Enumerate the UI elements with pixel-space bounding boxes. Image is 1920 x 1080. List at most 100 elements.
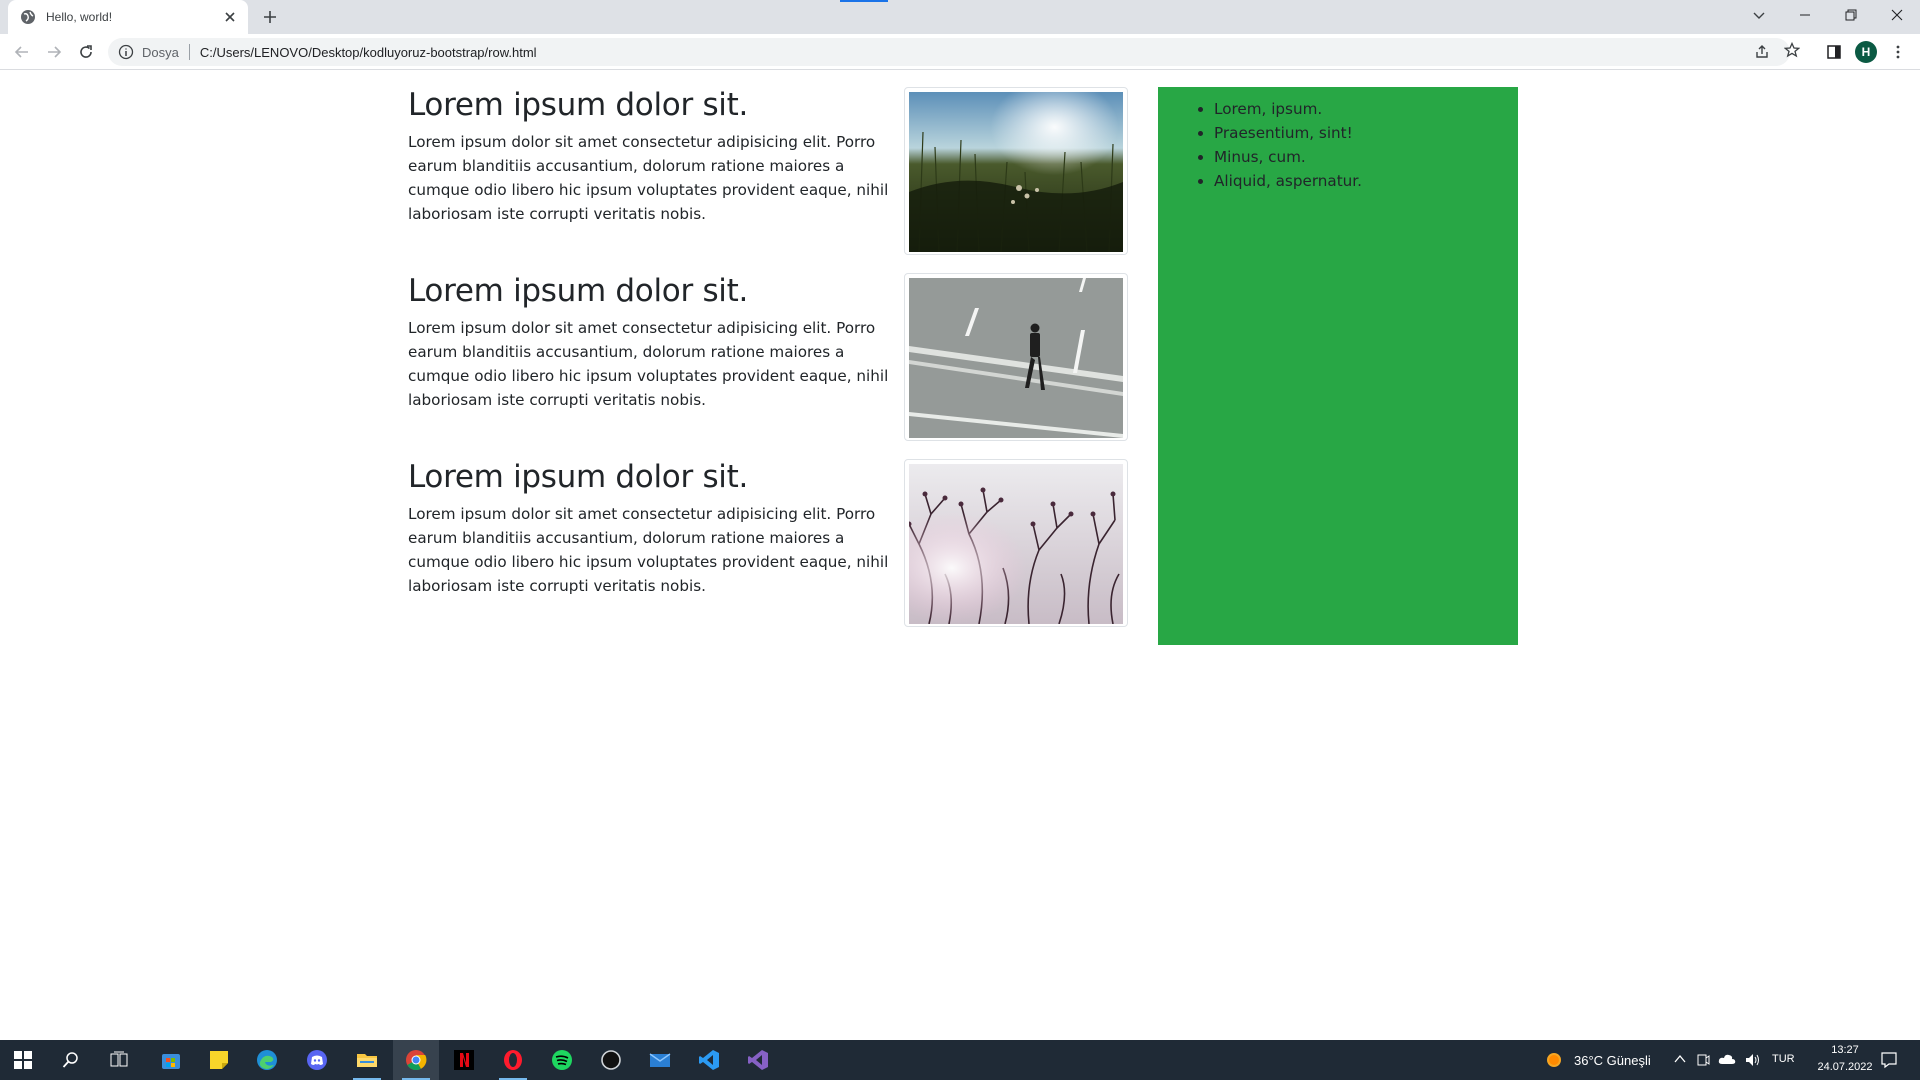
media-text: Lorem ipsum dolor sit amet consectetur a… (408, 505, 889, 596)
minimize-button[interactable] (1782, 0, 1828, 30)
sun-weather-icon[interactable] (1546, 1052, 1562, 1068)
page-viewport: Lorem ipsum dolor sit. Lorem ipsum dolor… (0, 71, 1920, 1040)
edge-icon (257, 1050, 277, 1070)
grass-field-image (909, 92, 1123, 252)
tree-branches-photo (904, 459, 1128, 627)
chevron-up-icon[interactable] (1674, 1053, 1686, 1065)
task-view-icon (110, 1051, 128, 1067)
info-icon[interactable] (118, 44, 134, 60)
sidebar-list: Lorem, ipsum. Praesentium, sint! Minus, … (1158, 97, 1518, 193)
language-indicator[interactable]: TUR (1772, 1053, 1795, 1065)
new-tab-icon[interactable] (258, 6, 282, 28)
list-item: Aliquid, aspernatur. (1214, 169, 1518, 193)
arrow-left-icon (14, 46, 28, 58)
tab-title: Hello, world! (46, 10, 113, 24)
windows-taskbar: 36°C Güneşli TUR 13:27 24.07.2022 (0, 1040, 1920, 1080)
address-separator (188, 44, 190, 60)
media-body: Lorem ipsum dolor sit. Lorem ipsum dolor… (408, 459, 904, 627)
tab-search-button[interactable] (1736, 0, 1782, 30)
main-column: Lorem ipsum dolor sit. Lorem ipsum dolor… (393, 87, 1143, 645)
list-item: Minus, cum. (1214, 145, 1518, 169)
avatar: H (1855, 41, 1877, 63)
discord-icon (307, 1050, 327, 1070)
share-icon (1756, 45, 1768, 58)
microsoft-store-button[interactable] (148, 1040, 194, 1080)
chevron-down-icon (1753, 12, 1765, 19)
media-item: Lorem ipsum dolor sit. Lorem ipsum dolor… (408, 87, 1128, 255)
discord-button[interactable] (294, 1040, 340, 1080)
spotify-icon (552, 1050, 572, 1070)
store-icon (162, 1054, 180, 1069)
opera-button[interactable] (490, 1040, 536, 1080)
netflix-icon (454, 1050, 474, 1070)
close-icon (1891, 9, 1903, 21)
address-bar[interactable]: Dosya C:/Users/LENOVO/Desktop/kodluyoruz… (108, 38, 1790, 66)
sidebar-column: Lorem, ipsum. Praesentium, sint! Minus, … (1143, 87, 1533, 645)
tab-strip-indicator (840, 0, 888, 2)
media-item: Lorem ipsum dolor sit. Lorem ipsum dolor… (408, 459, 1128, 627)
vscode-icon (699, 1050, 719, 1070)
forward-button[interactable] (42, 40, 66, 64)
clock-time[interactable]: 13:27 (1820, 1044, 1870, 1056)
browser-tab-strip: Hello, world! (0, 0, 1920, 34)
back-button[interactable] (10, 40, 34, 64)
windows-start-button[interactable] (0, 1040, 46, 1080)
road-walker-image (909, 278, 1123, 438)
share-button[interactable] (1752, 42, 1772, 62)
onedrive-cloud-icon[interactable] (1718, 1053, 1736, 1065)
man-walking-road-photo (904, 273, 1128, 441)
menu-button[interactable] (1886, 40, 1910, 64)
media-heading: Lorem ipsum dolor sit. (408, 273, 749, 309)
mail-button[interactable] (637, 1040, 683, 1080)
visual-studio-button[interactable] (735, 1040, 781, 1080)
netflix-button[interactable] (441, 1040, 487, 1080)
minimize-icon (1800, 14, 1810, 16)
more-vert-icon (1896, 45, 1900, 59)
side-panel-icon (1827, 45, 1841, 59)
browser-toolbar: Dosya C:/Users/LENOVO/Desktop/kodluyoruz… (0, 34, 1920, 70)
meet-now-icon[interactable] (1696, 1052, 1710, 1068)
bookmark-button[interactable] (1783, 41, 1801, 63)
media-text: Lorem ipsum dolor sit amet consectetur a… (408, 133, 889, 224)
arrow-right-icon (48, 46, 62, 58)
task-view-button[interactable] (96, 1040, 142, 1080)
close-window-button[interactable] (1874, 0, 1920, 30)
weather-text[interactable]: 36°C Güneşli (1574, 1053, 1651, 1068)
chrome-button[interactable] (393, 1040, 439, 1080)
restore-button[interactable] (1828, 0, 1874, 30)
sticky-notes-button[interactable] (196, 1040, 242, 1080)
search-button[interactable] (48, 1040, 94, 1080)
media-body: Lorem ipsum dolor sit. Lorem ipsum dolor… (408, 273, 904, 441)
browser-tab[interactable]: Hello, world! (8, 0, 248, 34)
star-icon (1783, 41, 1801, 58)
url-text[interactable]: C:/Users/LENOVO/Desktop/kodluyoruz-boots… (200, 45, 537, 60)
media-item: Lorem ipsum dolor sit. Lorem ipsum dolor… (408, 273, 1128, 441)
file-explorer-button[interactable] (344, 1040, 390, 1080)
media-heading: Lorem ipsum dolor sit. (408, 459, 749, 495)
media-body: Lorem ipsum dolor sit. Lorem ipsum dolor… (408, 87, 904, 255)
vscode-button[interactable] (686, 1040, 732, 1080)
notification-icon[interactable] (1880, 1051, 1898, 1069)
circle-app-icon (601, 1050, 621, 1070)
edge-button[interactable] (244, 1040, 290, 1080)
sticky-notes-icon (210, 1051, 228, 1069)
side-panel-button[interactable] (1822, 40, 1846, 64)
close-tab-icon[interactable] (222, 9, 238, 25)
visual-studio-icon (748, 1050, 768, 1070)
volume-icon[interactable] (1744, 1052, 1762, 1068)
windows-logo-icon (14, 1051, 32, 1069)
reload-button[interactable] (74, 40, 98, 64)
row-container: Lorem ipsum dolor sit. Lorem ipsum dolor… (393, 87, 1533, 645)
scheme-label: Dosya (142, 44, 179, 60)
opera-icon (504, 1050, 522, 1070)
search-icon (62, 1052, 78, 1068)
reload-icon (80, 45, 92, 58)
app-circle-button[interactable] (588, 1040, 634, 1080)
branches-image (909, 464, 1123, 624)
clock-date[interactable]: 24.07.2022 (1806, 1061, 1884, 1073)
restore-icon (1845, 9, 1857, 21)
chrome-icon (406, 1050, 427, 1071)
media-text: Lorem ipsum dolor sit amet consectetur a… (408, 319, 889, 410)
profile-button[interactable]: H (1854, 40, 1878, 64)
spotify-button[interactable] (539, 1040, 585, 1080)
